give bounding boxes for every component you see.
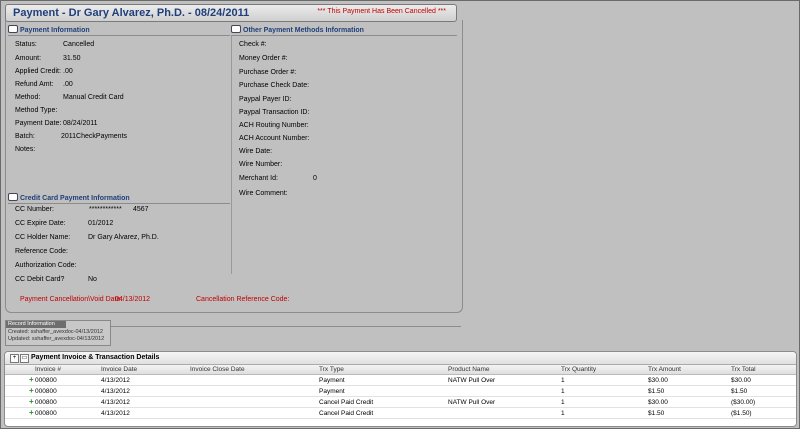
purchase-check-date-label: Purchase Check Date:: [239, 82, 310, 89]
authorization-code-label: Authorization Code:: [15, 262, 77, 269]
divider: [8, 35, 230, 36]
table-row[interactable]: + 000800 4/13/2012 Cancel Paid Credit NA…: [5, 397, 796, 408]
divider: [231, 35, 457, 36]
cc-expire-value: 01/2012: [88, 220, 114, 227]
record-info-heading: Record Information: [6, 321, 66, 328]
col-trx-amount[interactable]: Trx Amount: [648, 366, 681, 373]
section-icon: [8, 193, 18, 201]
table-row[interactable]: + 000800 4/13/2012 Payment 1 $1.50 $1.50: [5, 386, 796, 397]
status-value: Cancelled: [63, 41, 95, 48]
col-invoice-close-date[interactable]: Invoice Close Date: [190, 366, 245, 373]
void-date-label: Payment Cancellation\Void Date:: [20, 296, 123, 303]
payment-detail-panel: Payment Information Status: Cancelled Am…: [5, 20, 463, 313]
purchase-order-label: Purchase Order #:: [239, 69, 297, 76]
method-label: Method:: [15, 94, 41, 101]
col-trx-type[interactable]: Trx Type: [319, 366, 344, 373]
paypal-transaction-id-label: Paypal Transaction ID:: [239, 109, 310, 116]
expand-row-icon[interactable]: +: [29, 376, 34, 384]
cc-debit-value: No: [88, 276, 97, 283]
ach-account-label: ACH Account Number:: [239, 135, 310, 142]
check-number-label: Check #:: [239, 41, 267, 48]
wire-comment-label: Wire Comment:: [239, 190, 288, 197]
expand-row-icon[interactable]: +: [29, 387, 34, 395]
void-date-value: 04/13/2012: [115, 296, 151, 303]
grid-menu-icon[interactable]: ▭: [20, 354, 29, 363]
cc-debit-label: CC Debit Card?: [15, 276, 65, 283]
table-row[interactable]: + 000800 4/13/2012 Cancel Paid Credit 1 …: [5, 408, 796, 419]
record-updated: Updated: sshaffer_avexdoc-04/13/2012: [8, 336, 105, 342]
transaction-grid-panel: + ▭ Payment Invoice & Transaction Detail…: [4, 351, 797, 427]
amount-label: Amount:: [15, 55, 42, 62]
col-product-name[interactable]: Product Name: [448, 366, 490, 373]
cc-number-label: CC Number:: [15, 206, 54, 213]
cc-holder-value: Dr Gary Alvarez, Ph.D.: [88, 234, 159, 241]
cc-holder-label: CC Holder Name:: [15, 234, 71, 241]
expand-row-icon[interactable]: +: [29, 409, 34, 417]
batch-label: Batch:: [15, 133, 35, 140]
page-title: Payment - Dr Gary Alvarez, Ph.D. - 08/24…: [13, 7, 250, 19]
grid-header: Invoice # Invoice Date Invoice Close Dat…: [5, 365, 796, 375]
cancel-notice: *** This Payment Has Been Cancelled ***: [317, 8, 446, 15]
expand-icon[interactable]: +: [10, 354, 19, 363]
cc-expire-label: CC Expire Date:: [15, 220, 66, 227]
cc-number-masked: ************: [89, 206, 122, 213]
cancellation-reference-label: Cancellation Reference Code:: [196, 296, 290, 303]
status-label: Status:: [15, 41, 37, 48]
expand-row-icon[interactable]: +: [29, 398, 34, 406]
merchant-id-value: 0: [313, 175, 317, 182]
col-invoice-number[interactable]: Invoice #: [35, 366, 61, 373]
section-icon: [231, 25, 241, 33]
merchant-id-label: Merchant Id:: [239, 175, 278, 182]
paypal-payer-id-label: Paypal Payer ID:: [239, 96, 292, 103]
wire-date-label: Wire Date:: [239, 148, 273, 155]
refund-amt-value: .00: [63, 81, 73, 88]
record-created: Created: sshaffer_avexdoc-04/13/2012: [8, 329, 103, 335]
grid-toolbar: + ▭ Payment Invoice & Transaction Detail…: [5, 352, 796, 365]
wire-number-label: Wire Number:: [239, 161, 283, 168]
ach-routing-label: ACH Routing Number:: [239, 122, 309, 129]
other-methods-heading: Other Payment Methods Information: [231, 25, 364, 34]
method-value: Manual Credit Card: [63, 94, 124, 101]
notes-label: Notes:: [15, 146, 36, 153]
table-row[interactable]: + 000800 4/13/2012 Payment NATW Pull Ove…: [5, 375, 796, 386]
amount-value: 31.50: [63, 55, 81, 62]
col-trx-quantity[interactable]: Trx Quantity: [561, 366, 596, 373]
column-divider: [231, 36, 232, 274]
batch-value: 2011CheckPayments: [61, 133, 128, 140]
method-type-label: Method Type:: [15, 107, 58, 114]
money-order-label: Money Order #:: [239, 55, 288, 62]
payment-date-label: Payment Date:: [15, 120, 62, 127]
cc-number-last4: 4567: [133, 206, 149, 213]
applied-credit-label: Applied Credit:: [15, 68, 61, 75]
col-trx-total[interactable]: Trx Total: [731, 366, 756, 373]
divider: [8, 203, 230, 204]
applied-credit-value: .00: [63, 68, 73, 75]
record-info-box: Record Information Created: sshaffer_ave…: [5, 320, 111, 346]
section-icon: [8, 25, 18, 33]
grid-title: Payment Invoice & Transaction Details: [31, 354, 160, 361]
payment-date-value: 08/24/2011: [63, 120, 98, 127]
col-invoice-date[interactable]: Invoice Date: [101, 366, 137, 373]
payment-info-heading: Payment Information: [8, 25, 90, 34]
refund-amt-label: Refund Amt:: [15, 81, 54, 88]
reference-code-label: Reference Code:: [15, 248, 68, 255]
cc-info-heading: Credit Card Payment Information: [8, 193, 130, 202]
